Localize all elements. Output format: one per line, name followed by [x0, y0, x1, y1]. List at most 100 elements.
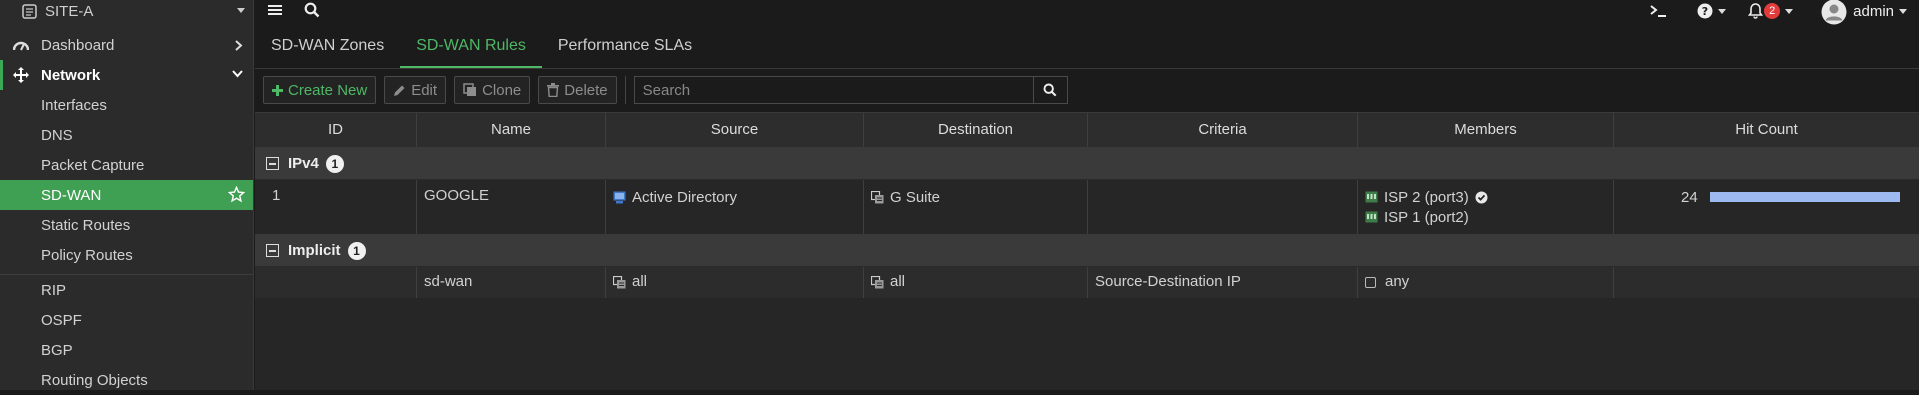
rule-id: 1: [272, 187, 281, 204]
sidebar-item-rip[interactable]: RIP: [0, 275, 253, 305]
cell-members: ISP 2 (port3) ISP 1 (port2): [1358, 180, 1614, 234]
active-directory-icon: [613, 191, 626, 203]
address-object-icon: [871, 275, 884, 288]
cell-members: any: [1358, 267, 1614, 298]
cell-criteria: [1088, 180, 1358, 234]
sidebar-item-network[interactable]: Network: [0, 60, 253, 90]
cell-hit-count: [1614, 267, 1919, 298]
collapse-icon[interactable]: [266, 157, 279, 170]
sidebar-item-label: Dashboard: [41, 36, 115, 54]
member-value: ISP 1 (port2): [1384, 208, 1469, 226]
destination-value: all: [890, 273, 906, 290]
search-button[interactable]: [1033, 76, 1068, 104]
dashboard-icon: [12, 37, 29, 54]
column-header-source[interactable]: Source: [606, 113, 864, 147]
chevron-right-icon: [235, 40, 243, 51]
notifications-menu[interactable]: 2: [1748, 3, 1794, 19]
sidebar-item-label: Static Routes: [41, 216, 131, 234]
sidebar-item-bgp[interactable]: BGP: [0, 335, 253, 365]
sidebar-item-interfaces[interactable]: Interfaces: [0, 90, 253, 120]
tab-divider: [255, 68, 1919, 69]
device-icon: [22, 3, 37, 19]
tab-sd-wan-zones[interactable]: SD-WAN Zones: [255, 30, 400, 68]
tab-performance-slas[interactable]: Performance SLAs: [542, 30, 708, 68]
top-bar: ? 2 admin: [255, 0, 1919, 25]
column-header-criteria[interactable]: Criteria: [1088, 113, 1358, 147]
address-object-icon: [613, 275, 626, 288]
source-value: all: [632, 273, 648, 290]
tab-sd-wan-rules[interactable]: SD-WAN Rules: [400, 30, 542, 68]
bell-icon: [1748, 3, 1764, 19]
cell-source: Active Directory: [606, 180, 864, 234]
sidebar-item-sd-wan[interactable]: SD-WAN: [0, 180, 253, 210]
source-value: Active Directory: [632, 188, 738, 206]
table-empty-area: [255, 298, 1919, 390]
cli-console-icon[interactable]: [1649, 4, 1669, 18]
svg-text:?: ?: [1702, 5, 1708, 18]
clone-button[interactable]: Clone: [454, 76, 531, 104]
column-header-id[interactable]: ID: [255, 113, 417, 147]
create-new-label: Create New: [288, 81, 368, 99]
sidebar-item-routing-objects[interactable]: Routing Objects: [0, 365, 253, 395]
user-menu[interactable]: admin: [1821, 0, 1907, 25]
destination-value: G Suite: [890, 188, 941, 206]
column-header-hit-count[interactable]: Hit Count: [1614, 113, 1919, 147]
cell-name: sd-wan: [417, 267, 606, 298]
group-count-badge: 1: [347, 241, 366, 260]
search-icon[interactable]: [304, 2, 320, 18]
sidebar-item-label: Packet Capture: [41, 156, 145, 174]
avatar: [1821, 0, 1847, 25]
cell-destination: all: [864, 267, 1088, 298]
table-row[interactable]: 1 GOOGLE Active Directory G Suite ISP 2 …: [255, 180, 1919, 235]
group-header-implicit[interactable]: Implicit 1: [255, 235, 1919, 267]
sidebar-item-packet-capture[interactable]: Packet Capture: [0, 150, 253, 180]
chevron-down-icon: [1899, 8, 1907, 14]
user-name: admin: [1853, 2, 1894, 20]
sidebar-item-policy-routes[interactable]: Policy Routes: [0, 240, 253, 270]
sidebar: SITE-A Dashboard Network Interfaces DNS …: [0, 0, 254, 390]
cell-hit-count: 24: [1614, 180, 1919, 234]
create-new-button[interactable]: Create New: [263, 76, 377, 104]
clone-label: Clone: [482, 81, 522, 99]
toolbar-separator: [624, 76, 626, 104]
group-header-ipv4[interactable]: IPv4 1: [255, 148, 1919, 180]
favorite-star-icon[interactable]: [228, 186, 245, 203]
column-header-destination[interactable]: Destination: [864, 113, 1088, 147]
collapse-icon[interactable]: [266, 244, 279, 257]
hamburger-icon[interactable]: [267, 2, 283, 18]
sidebar-item-dns[interactable]: DNS: [0, 120, 253, 150]
member-value: ISP 2 (port3): [1384, 188, 1469, 206]
device-selector[interactable]: SITE-A: [0, 0, 253, 22]
sidebar-item-ospf[interactable]: OSPF: [0, 305, 253, 335]
sidebar-item-dashboard[interactable]: Dashboard: [0, 30, 253, 60]
sidebar-item-label: Policy Routes: [41, 246, 133, 264]
sidebar-item-label: DNS: [41, 126, 73, 144]
help-menu[interactable]: ?: [1697, 3, 1727, 19]
table-row[interactable]: sd-wan all all Source-Destination IP any: [255, 267, 1919, 299]
criteria-value: Source-Destination IP: [1095, 273, 1241, 290]
delete-button[interactable]: Delete: [538, 76, 617, 104]
cell-destination: G Suite: [864, 180, 1088, 234]
column-header-members[interactable]: Members: [1358, 113, 1614, 147]
table-header: ID Name Source Destination Criteria Memb…: [255, 112, 1919, 148]
sidebar-item-label: Routing Objects: [41, 371, 148, 389]
tab-bar: SD-WAN Zones SD-WAN Rules Performance SL…: [255, 30, 708, 68]
delete-label: Delete: [564, 81, 608, 99]
plus-icon: [272, 84, 283, 96]
member-value: any: [1385, 273, 1410, 290]
edit-button[interactable]: Edit: [384, 76, 447, 104]
cell-name: GOOGLE: [417, 180, 606, 234]
toolbar: Create New Edit Clone Delete: [263, 76, 1068, 104]
column-header-name[interactable]: Name: [417, 113, 606, 147]
internet-service-icon: [871, 190, 884, 203]
group-label: IPv4: [288, 155, 319, 172]
search-input[interactable]: [633, 76, 1034, 104]
trash-icon: [547, 83, 560, 97]
help-icon: ?: [1697, 3, 1713, 19]
sidebar-item-static-routes[interactable]: Static Routes: [0, 210, 253, 240]
sidebar-item-label: OSPF: [41, 311, 82, 329]
device-name: SITE-A: [45, 2, 94, 20]
chevron-down-icon: [232, 70, 243, 78]
notification-count-badge: 2: [1764, 3, 1781, 19]
group-label: Implicit: [288, 242, 341, 259]
